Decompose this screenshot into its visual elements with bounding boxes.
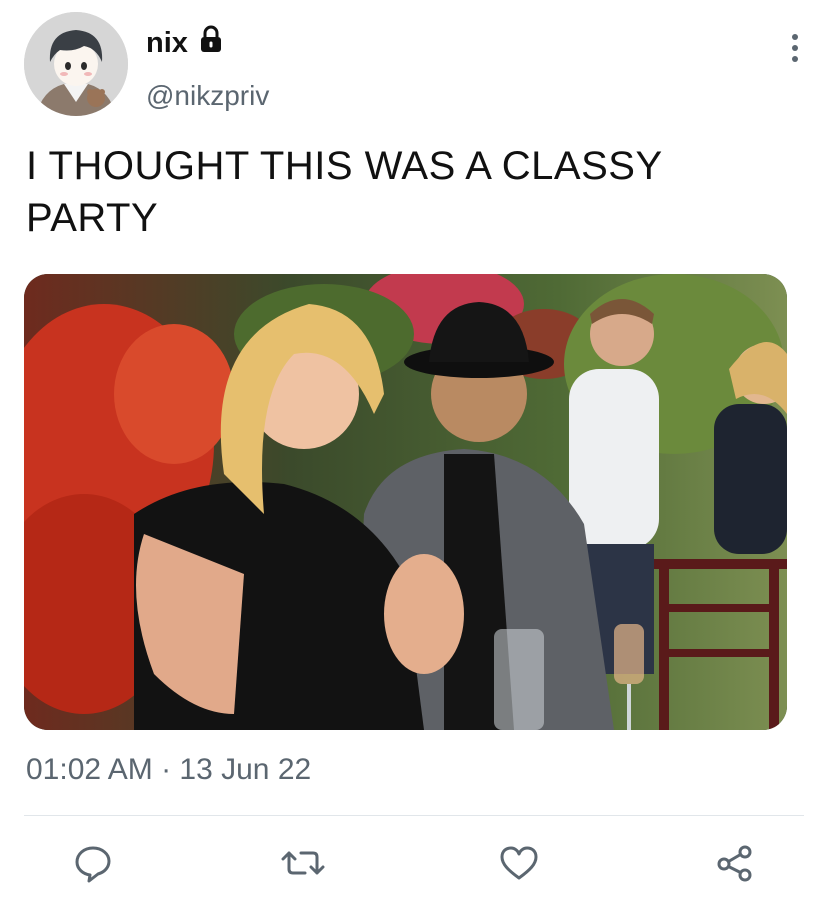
lock-icon	[196, 24, 226, 62]
retweet-icon	[281, 851, 325, 875]
share-button[interactable]	[712, 840, 758, 886]
divider	[24, 815, 804, 816]
media-image	[24, 274, 787, 730]
retweet-button[interactable]	[280, 840, 326, 886]
share-icon	[717, 845, 752, 882]
display-name[interactable]: nix	[146, 27, 188, 60]
display-name-row[interactable]: nix	[146, 24, 226, 62]
reply-button[interactable]	[70, 840, 116, 886]
tweet-media[interactable]	[24, 274, 787, 730]
tweet-text: I THOUGHT THIS WAS A CLASSY PARTY	[26, 144, 662, 240]
avatar-illustration	[24, 12, 128, 116]
avatar[interactable]	[24, 12, 128, 116]
speech-bubble-icon	[75, 846, 111, 883]
user-handle[interactable]: @nikzpriv	[146, 80, 269, 112]
heart-icon	[500, 846, 538, 880]
tweet-timestamp[interactable]: 01:02 AM · 13 Jun 22	[26, 753, 311, 787]
like-button[interactable]	[496, 840, 542, 886]
more-options-button[interactable]	[788, 28, 802, 68]
more-icon	[792, 34, 798, 62]
